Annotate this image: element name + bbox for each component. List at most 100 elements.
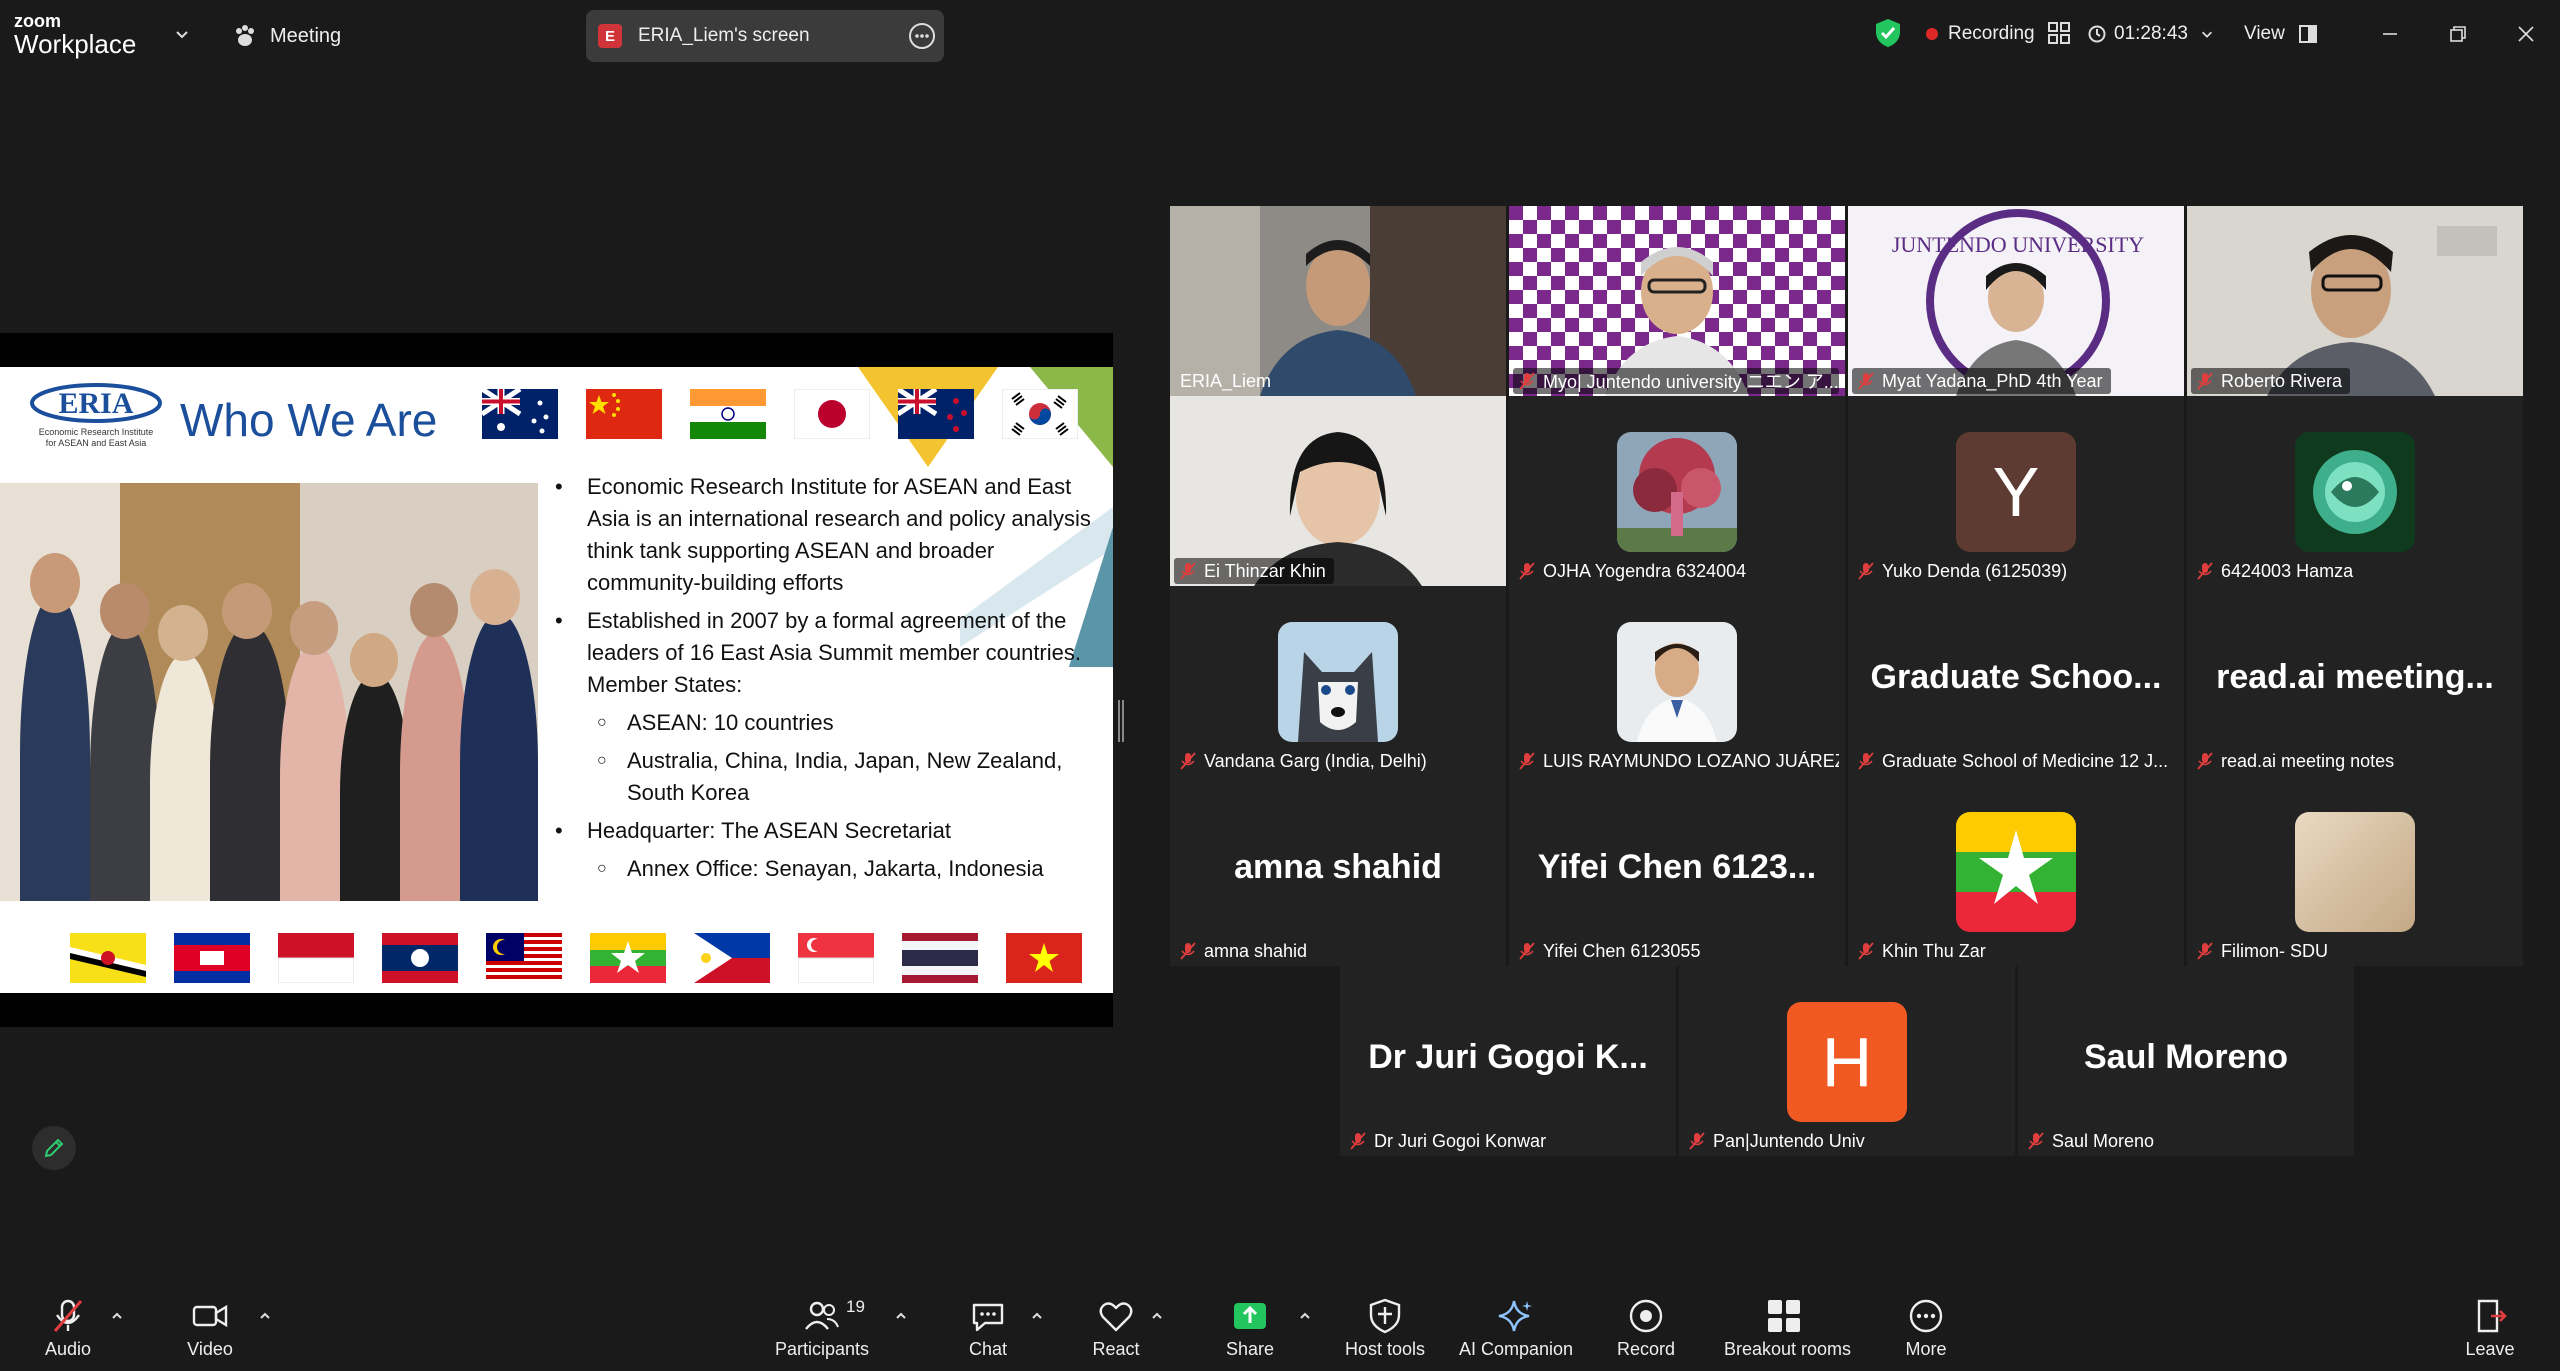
sparkle-icon — [1498, 1300, 1532, 1332]
participant-name-bar: Yuko Denda (6125039) — [1852, 558, 2075, 584]
participant-name-bar: amna shahid — [1174, 938, 1315, 964]
more-icon — [1909, 1299, 1943, 1333]
participant-name: Filimon- SDU — [2221, 940, 2329, 961]
video-tile[interactable]: Graduate Schoo... Graduate School of Med… — [1848, 586, 2184, 776]
view-button[interactable]: View — [2244, 16, 2317, 52]
leave-button[interactable]: Leave — [2430, 1297, 2550, 1367]
chevron-up-icon[interactable] — [258, 1309, 272, 1323]
chevron-up-icon[interactable] — [1298, 1309, 1312, 1323]
record-button[interactable]: Record — [1586, 1297, 1706, 1367]
participant-avatar: Y — [1956, 432, 2076, 552]
close-icon[interactable] — [2510, 18, 2542, 50]
participant-name-bar: Filimon- SDU — [2191, 938, 2336, 964]
chevron-down-icon[interactable] — [174, 26, 190, 42]
participant-display-name: Saul Moreno — [2083, 1038, 2289, 1076]
slide-title: Who We Are — [180, 394, 438, 446]
participants-button[interactable]: 19 Participants — [762, 1297, 882, 1367]
minimize-icon[interactable] — [2374, 18, 2406, 50]
flag-malaysia-icon — [486, 933, 562, 983]
chevron-up-icon[interactable] — [894, 1309, 908, 1323]
video-tile[interactable]: Khin Thu Zar — [1848, 776, 2184, 966]
participant-name: Khin Thu Zar — [1882, 940, 1986, 961]
react-button[interactable]: React — [1056, 1297, 1176, 1367]
restore-icon[interactable] — [2442, 18, 2474, 50]
video-tile[interactable]: Dr Juri Gogoi K... Dr Juri Gogoi Konwar — [1340, 966, 1676, 1156]
participant-name-bar: LUIS RAYMUNDO LOZANO JUÁREZ — [1513, 748, 1839, 774]
shared-screen-area[interactable]: ERIA Economic Research Institute for ASE… — [0, 333, 1113, 1027]
video-tile[interactable]: Y Yuko Denda (6125039) — [1848, 396, 2184, 586]
chevron-down-icon — [2201, 31, 2212, 38]
video-button[interactable]: Video — [150, 1297, 270, 1367]
more-label: More — [1905, 1339, 1947, 1359]
participant-display-name: Graduate Schoo... — [1870, 658, 2162, 696]
shared-screen-indicator[interactable]: E ERIA_Liem's screen — [586, 10, 944, 62]
participant-name: Vandana Garg (India, Delhi) — [1204, 750, 1427, 771]
muted-mic-icon — [1519, 942, 1535, 960]
flag-philippines-icon — [694, 933, 770, 983]
participant-name-bar: Ei Thinzar Khin — [1174, 558, 1334, 584]
security-shield-icon[interactable] — [1874, 18, 1902, 48]
video-tile[interactable]: Yifei Chen 6123... Yifei Chen 6123055 — [1509, 776, 1845, 966]
video-tile[interactable]: Filimon- SDU — [2187, 776, 2523, 966]
video-tile[interactable]: amna shahid amna shahid — [1170, 776, 1506, 966]
logo-workplace-text: Workplace — [14, 29, 137, 59]
record-icon — [1629, 1299, 1663, 1333]
muted-mic-icon — [1350, 1132, 1366, 1150]
share-button[interactable]: Share — [1190, 1297, 1310, 1367]
flag-india-icon — [690, 389, 766, 439]
muted-mic-icon — [1180, 752, 1196, 770]
video-tile[interactable]: Ei Thinzar Khin — [1170, 396, 1506, 586]
video-tile[interactable]: OJHA Yogendra 6324004 — [1509, 396, 1845, 586]
muted-mic-icon — [1858, 752, 1874, 770]
recording-status[interactable]: Recording — [1926, 16, 2035, 52]
grid-icon[interactable] — [2048, 22, 2070, 44]
video-tile[interactable]: Myo| Juntendo university ニエン ア... — [1509, 206, 1845, 396]
timer-value: 01:28:43 — [2114, 23, 2188, 44]
shield-icon — [1369, 1298, 1401, 1334]
annotate-button[interactable] — [32, 1126, 76, 1170]
video-tile[interactable]: 6424003 Hamza — [2187, 396, 2523, 586]
video-tile[interactable]: JUNTENDO UNIVERSITY Myat Yadana_PhD 4th … — [1848, 206, 2184, 396]
flag-china-icon — [586, 389, 662, 439]
ai-companion-button[interactable]: AI Companion — [1456, 1297, 1576, 1367]
participant-avatar — [1278, 622, 1398, 742]
participant-name: Saul Moreno — [2052, 1130, 2155, 1151]
video-tile[interactable]: Roberto Rivera — [2187, 206, 2523, 396]
recording-label: Recording — [1948, 23, 2035, 44]
flag-thailand-icon — [902, 933, 978, 983]
meeting-timer[interactable]: 01:28:43 — [2088, 16, 2214, 52]
participant-name: Roberto Rivera — [2221, 370, 2343, 391]
meeting-info-button[interactable]: Meeting — [232, 20, 341, 52]
participant-name-bar: Roberto Rivera — [2191, 368, 2351, 394]
participant-avatar — [2295, 432, 2415, 552]
video-tile[interactable]: Vandana Garg (India, Delhi) — [1170, 586, 1506, 776]
splitter-handle[interactable] — [1118, 700, 1124, 742]
chat-button[interactable]: Chat — [928, 1297, 1048, 1367]
more-options-icon[interactable] — [908, 22, 936, 50]
sub-bullet-item: Annex Office: Senayan, Jakarta, Indonesi… — [555, 853, 1095, 885]
video-tile[interactable]: H Pan|Juntendo Univ — [1679, 966, 2015, 1156]
video-tile[interactable]: Saul Moreno Saul Moreno — [2018, 966, 2354, 1156]
chevron-up-icon[interactable] — [1030, 1309, 1044, 1323]
video-tile[interactable]: LUIS RAYMUNDO LOZANO JUÁREZ — [1509, 586, 1845, 776]
flag-new-zealand-icon — [898, 389, 974, 439]
chevron-up-icon[interactable] — [110, 1309, 124, 1323]
flag-australia-icon — [482, 389, 558, 439]
chevron-up-icon[interactable] — [1150, 1309, 1164, 1323]
host-tools-button[interactable]: Host tools — [1325, 1297, 1445, 1367]
video-tile[interactable]: ERIA_Liem — [1170, 206, 1506, 396]
chat-label: Chat — [968, 1339, 1008, 1359]
ai-companion-label: AI Companion — [1458, 1339, 1574, 1359]
breakout-rooms-button[interactable]: Breakout rooms — [1724, 1297, 1851, 1367]
bullet-item: Established in 2007 by a formal agreemen… — [555, 605, 1095, 701]
title-bar: zoom Workplace Meeting E ERIA_Liem's scr… — [0, 0, 2560, 68]
more-button[interactable]: More — [1866, 1297, 1986, 1367]
bullet-item: Economic Research Institute for ASEAN an… — [555, 471, 1095, 599]
meeting-controls-toolbar: Audio Video 19 Participants Chat React S… — [0, 1283, 2560, 1371]
participant-name-bar: read.ai meeting notes — [2191, 748, 2402, 774]
video-tile[interactable]: read.ai meeting... read.ai meeting notes — [2187, 586, 2523, 776]
participant-name: amna shahid — [1204, 940, 1308, 961]
leave-label: Leave — [2465, 1339, 2515, 1359]
audio-button[interactable]: Audio — [8, 1297, 128, 1367]
zoom-workplace-logo[interactable]: zoom Workplace — [14, 12, 136, 57]
